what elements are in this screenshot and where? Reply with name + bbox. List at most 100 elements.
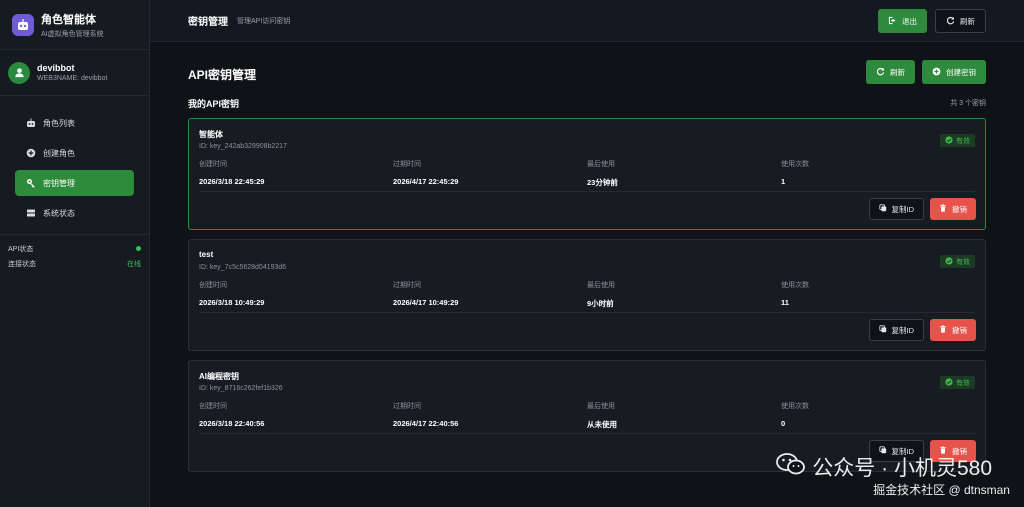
expires-value: 2026/4/17 22:40:56: [393, 419, 459, 428]
copy-icon: [878, 325, 887, 335]
status-text: 有效: [956, 137, 970, 145]
expires-field: 过期时间 2026/4/17 22:40:56: [393, 401, 587, 430]
logout-icon: [888, 16, 897, 27]
expires-value: 2026/4/17 10:49:29: [393, 298, 459, 307]
logout-label: 退出: [902, 16, 917, 26]
sidebar-item-create-role[interactable]: 创建角色: [15, 140, 134, 166]
status-badge: 有效: [940, 376, 975, 389]
revoke-label: 撤销: [952, 204, 967, 214]
key-count: 共 3 个密钥: [950, 100, 986, 107]
sidebar-nav: 角色列表 创建角色 密钥管理 系统状态: [0, 96, 149, 226]
refresh-keys-button[interactable]: 刷新: [866, 60, 915, 84]
field-label: 使用次数: [781, 282, 809, 289]
refresh-icon: [946, 16, 955, 27]
created-field: 创建时间 2026/3/18 22:45:29: [199, 159, 393, 188]
brand-title: 角色智能体: [41, 13, 96, 26]
last-used-value: 23分钟前: [587, 178, 618, 187]
divider: [199, 312, 975, 313]
watermark-line-2: 掘金技术社区 @ dtnsman: [873, 483, 1010, 497]
robot-logo-icon: [12, 13, 34, 36]
watermark-text: 公众号 · 小机灵580: [812, 457, 992, 480]
trash-icon: [939, 325, 947, 335]
created-value: 2026/3/18 22:40:56: [199, 419, 265, 428]
section-header: 我的API密钥 共 3 个密钥: [188, 96, 986, 110]
uses-value: 11: [781, 298, 789, 307]
plus-circle-icon: [25, 148, 37, 158]
field-label: 过期时间: [393, 282, 421, 289]
connection-status-label: 连接状态: [8, 260, 36, 268]
key-fields: 创建时间 2026/3/18 22:45:29 过期时间 2026/4/17 2…: [199, 159, 975, 188]
create-key-button[interactable]: 创建密钥: [922, 60, 986, 84]
sidebar: 角色智能体 AI虚拟角色管理系统 devibbot WEB3NAME: devi…: [0, 0, 150, 507]
avatar: [8, 61, 30, 84]
copy-id-button[interactable]: 复制ID: [868, 198, 924, 220]
card-actions: 复制ID 撤销: [868, 319, 976, 341]
key-id: ID: key_7c5c5628d04193d6: [199, 264, 287, 271]
check-circle-icon: [945, 256, 953, 267]
key-fields: 创建时间 2026/3/18 10:49:29 过期时间 2026/4/17 1…: [199, 280, 975, 309]
field-label: 创建时间: [199, 282, 227, 289]
field-label: 最后使用: [587, 282, 615, 289]
page-actions: 刷新 创建密钥: [866, 60, 986, 84]
status-badge: 有效: [940, 255, 975, 268]
uses-value: 1: [781, 177, 786, 186]
sidebar-item-label: 创建角色: [43, 148, 75, 158]
field-label: 创建时间: [199, 403, 227, 410]
status-badge: 有效: [940, 134, 975, 147]
page-header: API密钥管理 刷新 创建密钥: [188, 42, 986, 88]
topbar-title: 密钥管理: [188, 17, 228, 28]
api-status-row: API状态: [8, 241, 141, 256]
refresh-icon: [876, 67, 885, 78]
create-key-label: 创建密钥: [946, 67, 976, 77]
api-key-card: 智能体 ID: key_242ab329908b2217 有效 创建时间 202…: [188, 118, 986, 230]
created-value: 2026/3/18 10:49:29: [199, 298, 265, 307]
field-label: 使用次数: [781, 161, 809, 168]
copy-id-button[interactable]: 复制ID: [868, 319, 924, 341]
created-value: 2026/3/18 22:45:29: [199, 177, 265, 186]
brand-subtitle: AI虚拟角色管理系统: [41, 30, 104, 38]
plus-circle-icon: [932, 67, 941, 78]
revoke-button[interactable]: 撤销: [930, 319, 976, 341]
section-title: 我的API密钥: [188, 98, 240, 109]
status-text: 有效: [956, 258, 970, 266]
user-name: devibbot: [37, 63, 75, 73]
uses-field: 使用次数 1: [781, 159, 975, 188]
uses-field: 使用次数 11: [781, 280, 975, 309]
wechat-icon: [776, 452, 806, 482]
uses-field: 使用次数 0: [781, 401, 975, 430]
topbar: 密钥管理 管理API访问密钥 退出 刷新: [150, 0, 1024, 42]
sidebar-item-key-management[interactable]: 密钥管理: [15, 170, 134, 196]
sidebar-item-roles[interactable]: 角色列表: [15, 110, 134, 136]
expires-field: 过期时间 2026/4/17 10:49:29: [393, 280, 587, 309]
copy-id-label: 复制ID: [891, 204, 915, 214]
field-label: 过期时间: [393, 403, 421, 410]
api-key-card: test ID: key_7c5c5628d04193d6 有效 创建时间 20…: [188, 239, 986, 351]
created-field: 创建时间 2026/3/18 22:40:56: [199, 401, 393, 430]
copy-id-label: 复制ID: [891, 325, 915, 335]
topbar-subtitle: 管理API访问密钥: [237, 17, 291, 25]
key-name: AI编程密钥: [199, 372, 239, 381]
logout-button[interactable]: 退出: [878, 9, 927, 33]
topbar-actions: 退出 刷新: [878, 9, 986, 33]
last-used-value: 从未使用: [587, 420, 617, 429]
trash-icon: [939, 204, 947, 214]
connection-status-value: 在线: [127, 260, 141, 268]
connection-status-panel: API状态 连接状态 在线: [0, 234, 149, 277]
api-status-label: API状态: [8, 245, 34, 253]
main-content: API密钥管理 刷新 创建密钥 我的API密钥 共 3 个密钥 智能体 ID: …: [188, 42, 986, 472]
api-status-dot: [136, 246, 141, 251]
revoke-button[interactable]: 撤销: [930, 198, 976, 220]
key-id: ID: key_242ab329908b2217: [199, 143, 287, 150]
created-field: 创建时间 2026/3/18 10:49:29: [199, 280, 393, 309]
expires-field: 过期时间 2026/4/17 22:45:29: [393, 159, 587, 188]
watermark-line-1: 公众号 · 小机灵580: [776, 452, 992, 482]
sidebar-item-label: 角色列表: [43, 118, 75, 128]
refresh-label: 刷新: [960, 16, 975, 26]
sidebar-item-system-status[interactable]: 系统状态: [15, 200, 134, 226]
topbar-refresh-button[interactable]: 刷新: [935, 9, 986, 33]
key-name: 智能体: [199, 130, 223, 139]
copy-icon: [878, 204, 887, 214]
check-circle-icon: [945, 377, 953, 388]
key-name: test: [199, 250, 214, 259]
last-used-field: 最后使用 23分钟前: [587, 159, 781, 188]
